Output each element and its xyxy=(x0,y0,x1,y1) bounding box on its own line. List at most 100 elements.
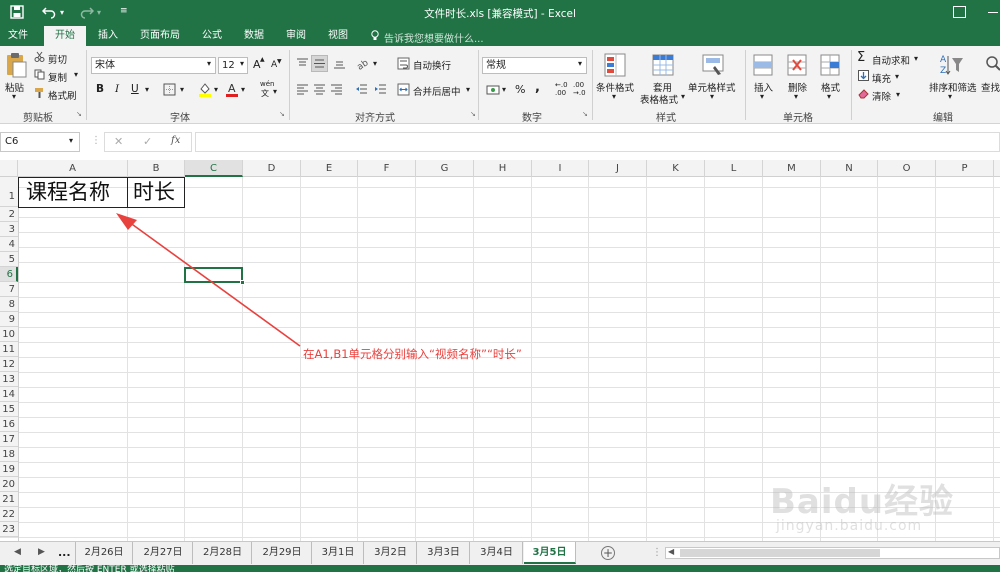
scroll-tabs-left-icon[interactable]: ◀ xyxy=(14,547,21,557)
scrollbar-thumb[interactable] xyxy=(680,549,880,557)
row-header-7[interactable]: 7 xyxy=(0,282,18,297)
formula-input[interactable] xyxy=(195,132,1000,152)
column-header-n[interactable]: N xyxy=(821,160,878,177)
column-header-f[interactable]: F xyxy=(358,160,416,177)
column-header-a[interactable]: A xyxy=(18,160,128,177)
clipboard-launcher-icon[interactable]: ↘ xyxy=(76,110,82,118)
paste-dropdown-icon[interactable]: ▾ xyxy=(12,92,16,101)
cancel-entry-icon[interactable]: ✕ xyxy=(114,135,123,148)
row-header-3[interactable]: 3 xyxy=(0,222,18,237)
sheet-tab-mar1[interactable]: 3月1日 xyxy=(313,542,364,564)
tab-page-layout[interactable]: 页面布局 xyxy=(134,26,186,46)
undo-icon[interactable] xyxy=(42,5,56,19)
autosum-dropdown-icon[interactable]: ▾ xyxy=(914,54,918,63)
active-cell-c6[interactable] xyxy=(184,267,243,283)
row-header-23[interactable]: 23 xyxy=(0,522,18,537)
decrease-decimal-button[interactable]: .00→.0 xyxy=(573,81,586,97)
scroll-left-icon[interactable]: ◀ xyxy=(668,547,674,556)
phonetic-dropdown-icon[interactable]: ▾ xyxy=(273,87,277,96)
row-header-20[interactable]: 20 xyxy=(0,477,18,492)
ribbon-display-options-icon[interactable] xyxy=(953,6,966,18)
find-icon[interactable] xyxy=(984,54,1000,74)
row-header-1[interactable]: 1 xyxy=(0,177,18,207)
new-sheet-icon[interactable]: + xyxy=(601,546,615,560)
table-format-dropdown-icon[interactable]: ▾ xyxy=(681,92,685,101)
fill-color-icon[interactable] xyxy=(198,81,212,97)
borders-dropdown-icon[interactable]: ▾ xyxy=(180,85,184,94)
autosum-button[interactable]: 自动求和 xyxy=(872,53,910,67)
row-header-10[interactable]: 10 xyxy=(0,327,18,342)
number-launcher-icon[interactable]: ↘ xyxy=(582,110,588,118)
underline-button[interactable]: U xyxy=(131,83,139,95)
sort-filter-icon[interactable]: AZ xyxy=(939,52,965,78)
row-header-22[interactable]: 22 xyxy=(0,507,18,522)
column-header-k[interactable]: K xyxy=(647,160,705,177)
clear-dropdown-icon[interactable]: ▾ xyxy=(896,90,900,99)
wrap-text-button[interactable]: 自动换行 xyxy=(413,58,451,72)
italic-button[interactable]: I xyxy=(115,83,119,95)
tab-view[interactable]: 视图 xyxy=(318,26,358,46)
align-center-icon[interactable] xyxy=(313,83,326,96)
alignment-launcher-icon[interactable]: ↘ xyxy=(470,110,476,118)
underline-dropdown-icon[interactable]: ▾ xyxy=(145,85,149,94)
conditional-format-dropdown-icon[interactable]: ▾ xyxy=(612,92,616,101)
align-top-icon[interactable] xyxy=(296,57,309,70)
align-bottom-icon[interactable] xyxy=(333,57,346,70)
row-header-14[interactable]: 14 xyxy=(0,387,18,402)
font-launcher-icon[interactable]: ↘ xyxy=(279,110,285,118)
column-header-j[interactable]: J xyxy=(589,160,647,177)
percent-button[interactable]: % xyxy=(515,83,525,96)
merge-center-button[interactable]: 合并后居中 xyxy=(413,84,461,98)
decrease-indent-icon[interactable] xyxy=(355,83,368,96)
scroll-tabs-right-icon[interactable]: ▶ xyxy=(38,547,45,557)
cell-style-icon[interactable] xyxy=(701,52,725,78)
sheet-tab-feb27[interactable]: 2月27日 xyxy=(134,542,193,564)
tab-insert[interactable]: 插入 xyxy=(88,26,128,46)
fill-down-icon[interactable] xyxy=(858,70,869,81)
currency-dropdown-icon[interactable]: ▾ xyxy=(502,85,506,94)
cut-button[interactable]: 剪切 xyxy=(48,52,67,66)
tab-split-grip-icon[interactable]: ⋮ xyxy=(652,547,662,558)
tab-data[interactable]: 数据 xyxy=(234,26,274,46)
borders-icon[interactable] xyxy=(163,83,176,96)
tell-me-input[interactable]: 告诉我您想要做什么... xyxy=(384,30,484,45)
row-header-16[interactable]: 16 xyxy=(0,417,18,432)
row-header-12[interactable]: 12 xyxy=(0,357,18,372)
name-box[interactable]: C6 xyxy=(0,132,80,152)
row-header-5[interactable]: 5 xyxy=(0,252,18,267)
name-box-dropdown-icon[interactable]: ▾ xyxy=(69,136,73,145)
format-painter-icon[interactable] xyxy=(34,87,45,98)
row-header-2[interactable]: 2 xyxy=(0,207,18,222)
insert-cells-dropdown-icon[interactable]: ▾ xyxy=(760,92,764,101)
sheet-tab-feb26[interactable]: 2月26日 xyxy=(75,542,133,564)
table-format-label-2[interactable]: 表格格式 xyxy=(640,92,678,106)
sheet-tab-feb29[interactable]: 2月29日 xyxy=(253,542,312,564)
row-header-9[interactable]: 9 xyxy=(0,312,18,327)
select-all-corner[interactable] xyxy=(0,160,18,177)
column-header-m[interactable]: M xyxy=(763,160,821,177)
format-painter-button[interactable]: 格式刷 xyxy=(48,88,77,102)
column-header-c[interactable]: C xyxy=(185,160,243,177)
tab-review[interactable]: 审阅 xyxy=(276,26,316,46)
minimize-icon[interactable] xyxy=(988,12,998,13)
font-color-icon[interactable]: A xyxy=(225,81,239,97)
increase-decimal-button[interactable]: ←.0.00 xyxy=(555,81,568,97)
more-sheets-button[interactable]: ... xyxy=(58,546,71,559)
orientation-icon[interactable]: ab xyxy=(356,56,370,70)
sheet-tab-feb28[interactable]: 2月28日 xyxy=(194,542,252,564)
row-header-8[interactable]: 8 xyxy=(0,297,18,312)
tab-file[interactable]: 文件 xyxy=(0,26,36,46)
table-format-icon[interactable] xyxy=(651,52,675,78)
wrap-text-icon[interactable] xyxy=(397,57,410,70)
cell-a1[interactable]: 课程名称 xyxy=(18,177,128,208)
column-header-o[interactable]: O xyxy=(878,160,936,177)
fill-handle[interactable] xyxy=(240,280,245,285)
conditional-format-icon[interactable] xyxy=(603,52,627,78)
copy-dropdown-icon[interactable]: ▾ xyxy=(74,70,78,79)
scissors-icon[interactable] xyxy=(34,51,45,62)
column-header-l[interactable]: L xyxy=(705,160,763,177)
bold-button[interactable]: B xyxy=(96,83,104,95)
sheet-tab-mar2[interactable]: 3月2日 xyxy=(365,542,417,564)
sheet-tab-mar4[interactable]: 3月4日 xyxy=(471,542,523,564)
cell-style-dropdown-icon[interactable]: ▾ xyxy=(710,92,714,101)
